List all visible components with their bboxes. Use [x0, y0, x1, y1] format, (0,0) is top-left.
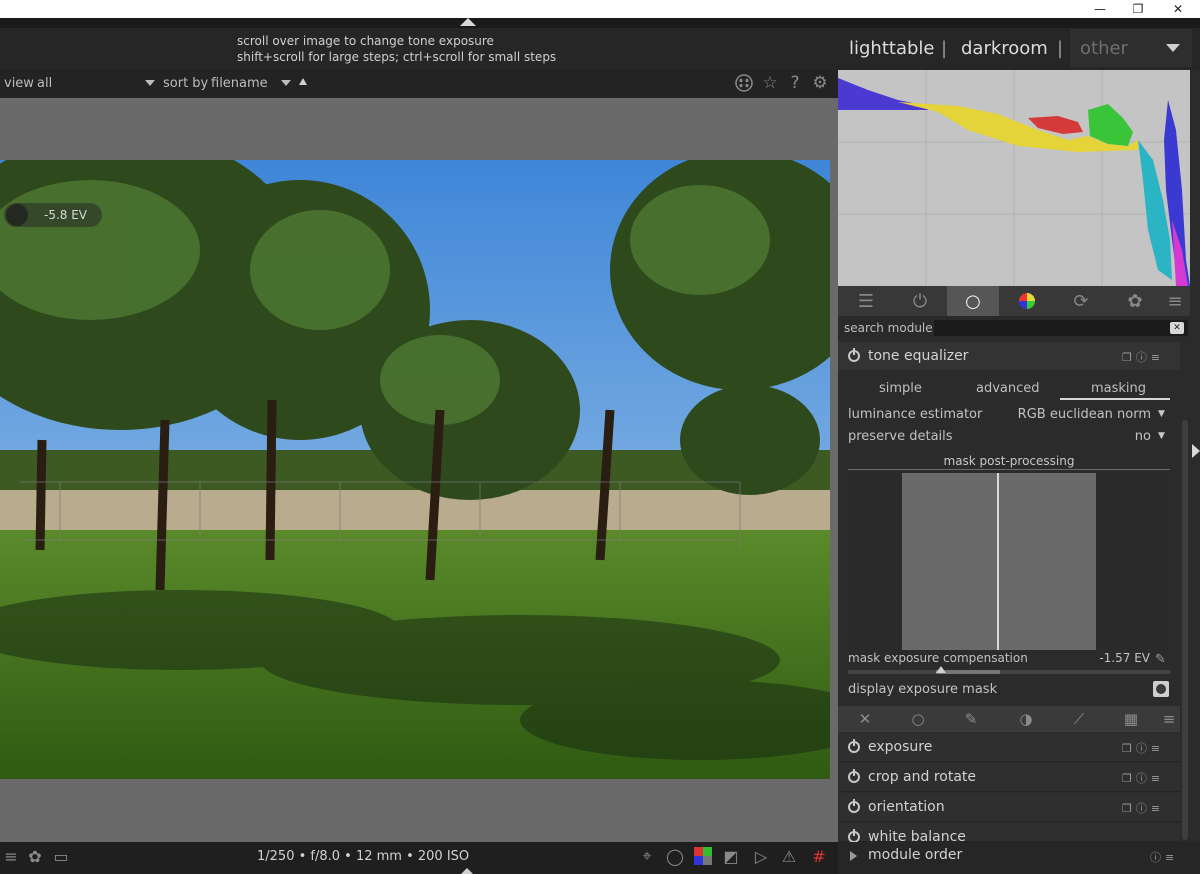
pencil-icon[interactable]: ✎	[960, 708, 982, 730]
filter-bar	[0, 70, 838, 98]
luminance-estimator-select[interactable]: RGB euclidean norm	[990, 407, 1151, 422]
section-divider	[848, 469, 1170, 470]
power-icon[interactable]: ⏻	[894, 286, 946, 316]
module-order-icons[interactable]: ⓘ≡	[1150, 849, 1178, 865]
power-icon[interactable]	[848, 799, 860, 813]
panel-scrollbar[interactable]	[1182, 420, 1188, 840]
loop-icon[interactable]: ⟳	[1055, 286, 1107, 316]
checker-icon[interactable]: ▦	[1120, 708, 1142, 730]
mask-compensation-label: mask exposure compensation	[848, 651, 1028, 665]
module-order-label: module order	[868, 847, 963, 863]
image-preview[interactable]	[0, 160, 830, 779]
preserve-details-label: preserve details	[848, 429, 953, 444]
lighttable-link[interactable]: lighttable	[849, 38, 934, 59]
presets-icon[interactable]	[734, 73, 754, 93]
menu-icon[interactable]: ≡	[0, 845, 22, 867]
expand-icon[interactable]	[850, 851, 857, 861]
module-label: white balance	[868, 829, 966, 842]
gamut-warning-icon[interactable]: ⚠	[778, 845, 800, 867]
view-filter-select[interactable]: all	[37, 76, 52, 91]
softproof-icon[interactable]: ▷	[750, 845, 772, 867]
exposure-cursor-icon	[6, 204, 28, 226]
menu-icon[interactable]: ≡	[1158, 708, 1180, 730]
bulb-icon[interactable]: ◯	[664, 845, 686, 867]
hint-line-2: shift+scroll for large steps; ctrl+scrol…	[237, 50, 557, 64]
module-header-icons[interactable]: ❐ⓘ≡	[1122, 770, 1164, 786]
maximize-button[interactable]: ❐	[1118, 0, 1158, 18]
slider-knob[interactable]	[936, 666, 946, 673]
module-label: orientation	[868, 799, 945, 815]
chevron-down-icon[interactable]: ▼	[1158, 431, 1165, 441]
hint-line-1: scroll over image to change tone exposur…	[237, 34, 494, 48]
color-wheel-icon[interactable]	[1001, 286, 1053, 316]
tab-advanced[interactable]: advanced	[976, 381, 1040, 396]
circle-icon[interactable]: ○	[947, 286, 999, 316]
collapse-bottom-panel-arrow[interactable]	[461, 868, 473, 874]
color-assessment-icon[interactable]	[692, 845, 714, 867]
close-button[interactable]: ✕	[1158, 0, 1198, 18]
histogram[interactable]	[838, 70, 1190, 286]
view-label: view	[4, 76, 34, 91]
minimize-button[interactable]: —	[1080, 0, 1120, 18]
preserve-details-select[interactable]: no	[1100, 429, 1151, 444]
display-icon[interactable]: ▭	[50, 845, 72, 867]
help-icon[interactable]: ?	[785, 73, 805, 93]
module-header-icons[interactable]: ❐ⓘ≡	[1122, 800, 1164, 816]
module-header-icons[interactable]: ❐ⓘ≡	[1122, 349, 1164, 365]
chevron-down-icon[interactable]: ▼	[1158, 409, 1165, 419]
module-header-icons[interactable]: ❐ⓘ≡	[1122, 740, 1164, 756]
collapse-top-panel-arrow[interactable]	[460, 18, 476, 26]
collapse-right-panel-arrow[interactable]	[1192, 444, 1200, 458]
power-icon[interactable]	[848, 769, 860, 783]
exposure-readout: -5.8 EV	[44, 208, 88, 222]
mask-compensation-slider[interactable]	[848, 670, 1170, 674]
sort-select[interactable]: filename	[211, 76, 268, 91]
luminance-estimator-label: luminance estimator	[848, 407, 983, 422]
chevron-down-icon	[1166, 44, 1180, 52]
window-titlebar	[0, 0, 1200, 18]
gear-icon[interactable]: ⚙	[810, 73, 830, 93]
chevron-down-icon[interactable]	[145, 80, 155, 86]
display-mask-label: display exposure mask	[848, 682, 998, 697]
styles-icon[interactable]: ✿	[24, 845, 46, 867]
view-separator: |	[1057, 38, 1064, 59]
star-icon[interactable]: ☆	[760, 73, 780, 93]
search-input[interactable]	[934, 320, 1188, 336]
mask-range-band	[902, 473, 1096, 650]
raw-overexposed-icon[interactable]: ◩	[720, 845, 742, 867]
tab-masking[interactable]: masking	[1091, 381, 1146, 396]
module-title: tone equalizer	[868, 348, 969, 364]
active-modules-icon[interactable]: ☰	[840, 286, 892, 316]
gradient-icon[interactable]: ◑	[1015, 708, 1037, 730]
image-info: 1/250 • f/8.0 • 12 mm • 200 ISO	[257, 849, 470, 864]
tooltip-hint: scroll over image to change tone exposur…	[237, 33, 556, 65]
top-border	[0, 18, 1200, 28]
clear-icon[interactable]: ✕	[1170, 322, 1184, 334]
guides-icon[interactable]: #	[808, 845, 830, 867]
mask-compensation-value: -1.57 EV	[1099, 651, 1150, 665]
section-title: mask post-processing	[943, 454, 1075, 468]
aperture-icon[interactable]: ✿	[1109, 286, 1161, 316]
darkroom-link[interactable]: darkroom	[961, 38, 1048, 59]
focus-peaking-icon[interactable]: ⌖	[636, 845, 658, 867]
pipette-icon[interactable]: ✎	[1155, 652, 1166, 667]
power-icon[interactable]	[848, 348, 860, 362]
other-label: other	[1080, 38, 1128, 59]
module-label: crop and rotate	[868, 769, 977, 785]
circle-icon[interactable]: ○	[907, 708, 929, 730]
view-separator: |	[941, 38, 948, 59]
sort-label: sort by	[163, 76, 209, 91]
close-icon[interactable]: ✕	[854, 708, 876, 730]
brush-icon[interactable]: ⟋	[1068, 708, 1090, 730]
search-label: search module	[844, 321, 933, 335]
module-label: exposure	[868, 739, 933, 755]
menu-icon[interactable]: ≡	[1160, 286, 1190, 316]
power-icon[interactable]	[848, 739, 860, 753]
chevron-down-icon[interactable]	[281, 80, 291, 86]
display-mask-toggle[interactable]	[1153, 681, 1169, 697]
mask-center-line	[997, 473, 999, 650]
sort-order-icon[interactable]	[299, 78, 307, 85]
active-tab-indicator	[1060, 398, 1170, 400]
tab-simple[interactable]: simple	[879, 381, 922, 396]
